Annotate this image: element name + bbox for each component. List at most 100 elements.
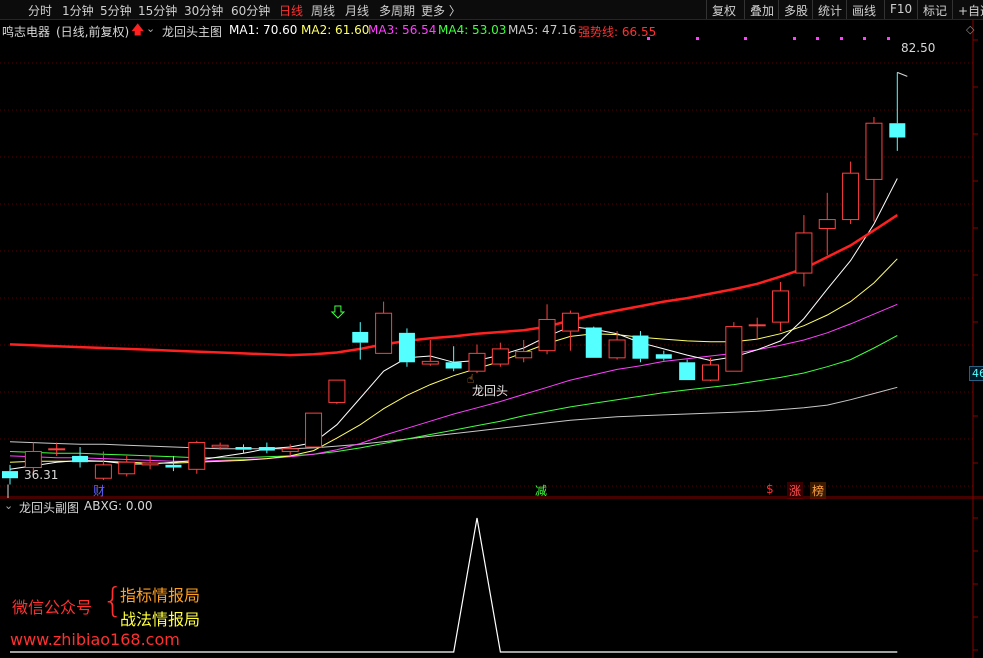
ma3-value: MA3: 56.54 bbox=[368, 23, 437, 37]
sub-indicator-menu-icon[interactable]: ⌄ bbox=[4, 499, 13, 512]
sub-indicator-name[interactable]: 龙回头副图 bbox=[19, 499, 79, 516]
period-tab-multi[interactable]: 多周期 bbox=[379, 2, 415, 19]
main-indicator-name[interactable]: 龙回头主图 bbox=[162, 23, 222, 40]
stock-name: 鸣志电器 bbox=[2, 25, 51, 39]
candle bbox=[702, 357, 719, 382]
candle bbox=[679, 359, 696, 381]
draw-line-button[interactable]: 画线 bbox=[846, 0, 884, 19]
up-arrow-icon: 🡅 bbox=[131, 23, 145, 38]
signal-dot bbox=[816, 37, 819, 40]
period-tab-daily[interactable]: 日线 bbox=[279, 2, 303, 19]
fuquan-button[interactable]: 复权 bbox=[706, 0, 744, 19]
overlay-button[interactable]: 叠加 bbox=[744, 0, 782, 19]
candle-body bbox=[468, 352, 486, 372]
diamond-icon[interactable]: ◇ bbox=[966, 23, 974, 36]
period-tab-15min[interactable]: 15分钟 bbox=[138, 2, 177, 19]
candle bbox=[48, 442, 66, 456]
period-tab-1min[interactable]: 1分钟 bbox=[62, 2, 94, 19]
candle-body bbox=[538, 318, 556, 352]
candle-body bbox=[398, 332, 415, 363]
candle-body bbox=[24, 450, 42, 469]
candle bbox=[491, 342, 509, 367]
candle-body bbox=[141, 462, 159, 466]
stats-button[interactable]: 统计 bbox=[812, 0, 850, 19]
candle bbox=[468, 344, 486, 373]
period-tab-weekly[interactable]: 周线 bbox=[311, 2, 335, 19]
candle bbox=[375, 301, 393, 354]
candle-body bbox=[772, 290, 790, 323]
ma5-line bbox=[9, 386, 898, 450]
main-chart-panel[interactable]: 鸣志电器 (日线,前复权) 🡅 ⌄ 龙回头主图 MA1: 70.60 MA2: … bbox=[0, 20, 983, 499]
candle bbox=[748, 317, 766, 340]
candle-body bbox=[585, 327, 602, 358]
f10-button[interactable]: F10 bbox=[884, 0, 917, 19]
candle-body bbox=[702, 364, 719, 381]
tag-zhang[interactable]: 涨 bbox=[787, 482, 804, 499]
candle-body bbox=[2, 471, 18, 479]
ma1-line bbox=[9, 178, 898, 470]
candle bbox=[72, 447, 89, 468]
candle bbox=[2, 464, 18, 485]
candle-body bbox=[889, 123, 906, 138]
mark-button[interactable]: 标记 bbox=[917, 0, 952, 19]
candle-body bbox=[515, 351, 533, 359]
candle-body bbox=[305, 412, 323, 448]
candle bbox=[94, 451, 112, 481]
period-tab-fenshi[interactable]: 分时 bbox=[28, 2, 52, 19]
watermark-line2: 战法情报局 bbox=[120, 610, 201, 629]
candle-body bbox=[328, 379, 346, 403]
tag-cai[interactable]: 财 bbox=[93, 482, 105, 499]
candle bbox=[515, 339, 533, 363]
period-tab-monthly[interactable]: 月线 bbox=[345, 2, 369, 19]
candle-body bbox=[72, 455, 89, 463]
chart-mode: (日线,前复权) bbox=[56, 25, 130, 39]
candle-body bbox=[48, 448, 66, 451]
low-price-label: 36.31 bbox=[24, 468, 59, 482]
watermark-wechat: 微信公众号 bbox=[12, 598, 93, 617]
add-watchlist-button[interactable]: +自选 bbox=[952, 0, 983, 19]
indicator-menu-icon[interactable]: ⌄ bbox=[146, 22, 155, 35]
candle-body bbox=[235, 447, 252, 450]
period-tab-5min[interactable]: 5分钟 bbox=[100, 2, 132, 19]
candle-body bbox=[281, 448, 299, 452]
candle bbox=[725, 322, 743, 372]
candle-body bbox=[725, 326, 743, 372]
candle-body bbox=[679, 362, 696, 381]
candle-body bbox=[608, 339, 626, 359]
signal-dot bbox=[863, 37, 866, 40]
ma3-line bbox=[9, 303, 898, 462]
tag-dollar[interactable]: $ bbox=[766, 482, 774, 496]
strong-line-value: 强势线: 66.55 bbox=[578, 25, 657, 39]
period-tab-more[interactable]: 更多 〉 bbox=[421, 2, 461, 19]
candle bbox=[538, 304, 556, 355]
candlestick-chart[interactable] bbox=[0, 20, 983, 498]
signal-dot bbox=[744, 37, 747, 40]
candle-body bbox=[491, 348, 509, 365]
period-tab-30min[interactable]: 30分钟 bbox=[184, 2, 223, 19]
period-toolbar: 分时 1分钟 5分钟 15分钟 30分钟 60分钟 日线 周线 月线 多周期 更… bbox=[0, 0, 983, 20]
abxg-value: ABXG: 0.00 bbox=[84, 499, 153, 513]
right-axis-label: 46 bbox=[969, 366, 983, 381]
candle-body bbox=[165, 464, 182, 468]
tag-jian[interactable]: 减 bbox=[535, 482, 547, 499]
candle-body bbox=[94, 464, 112, 479]
hand-cursor-icon: ☝ bbox=[467, 372, 475, 386]
candle-body bbox=[818, 219, 836, 229]
strong-line bbox=[9, 214, 898, 357]
period-tab-60min[interactable]: 60分钟 bbox=[231, 2, 270, 19]
candle-body bbox=[865, 122, 883, 180]
buy-arrow-icon bbox=[330, 305, 346, 319]
tag-bang[interactable]: 榜 bbox=[810, 482, 827, 499]
candle bbox=[795, 215, 813, 287]
watermark-url: www.zhibiao168.com bbox=[10, 630, 180, 649]
ma4-value: MA4: 53.03 bbox=[438, 23, 507, 37]
candle bbox=[398, 328, 415, 367]
candle bbox=[445, 346, 462, 372]
signal-dot bbox=[793, 37, 796, 40]
sub-chart-panel[interactable]: ⌄ 龙回头副图 ABXG: 0.00 微信公众号 { 指标情报局 战法情报局 w… bbox=[0, 498, 983, 658]
candle bbox=[352, 322, 369, 360]
candle-body bbox=[655, 354, 672, 359]
candle bbox=[585, 326, 602, 358]
candle-body bbox=[842, 172, 860, 221]
multi-stock-button[interactable]: 多股 bbox=[778, 0, 816, 19]
